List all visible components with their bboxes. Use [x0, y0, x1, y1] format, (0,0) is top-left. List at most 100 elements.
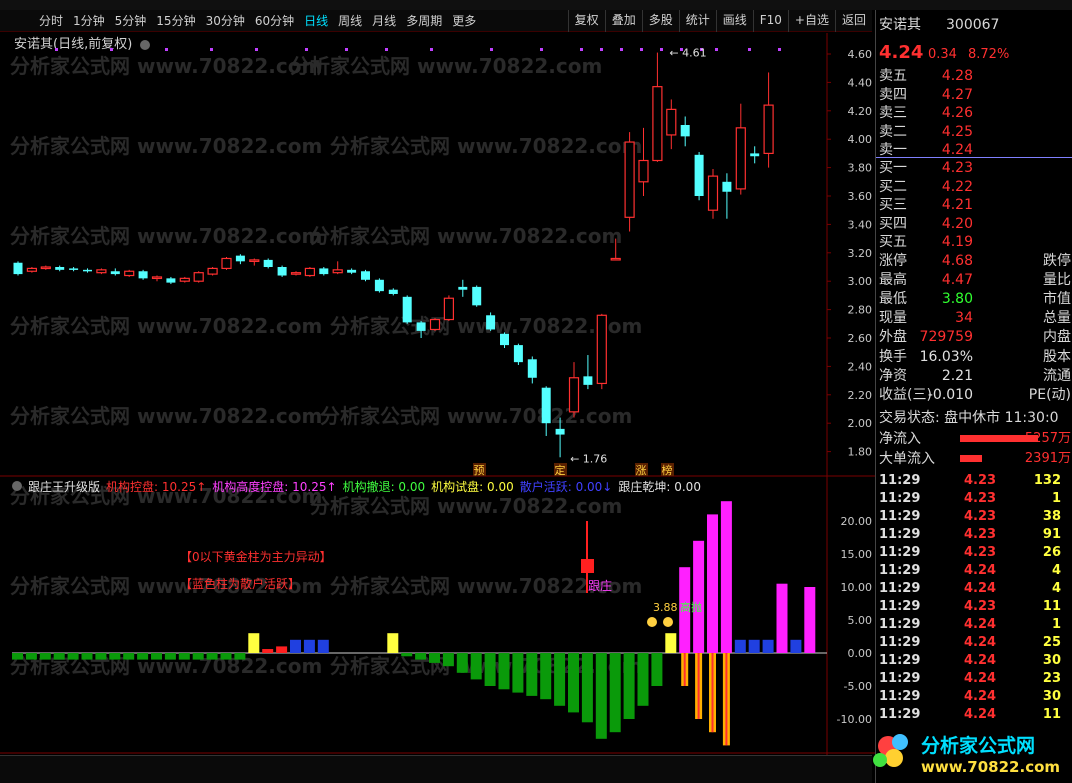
osc-y-label: 20.00	[841, 515, 873, 528]
candle	[55, 265, 65, 272]
tick-price: 4.24	[964, 617, 997, 632]
tick-price: 4.23	[964, 545, 997, 560]
osc-bar	[67, 653, 79, 660]
toolbar-right: 复权 叠加 多股 统计 画线 F10 +自选 返回	[567, 10, 872, 32]
stat2-row-value: 2.21	[941, 368, 973, 384]
quote-panel: 安诺其 300067 4.24 0.34 8.72% 卖五 4.28 卖四 4.27 卖三 4.26…	[875, 10, 1072, 783]
toolbar-button[interactable]: 返回	[834, 10, 872, 32]
stat-row-label2: 量比	[1043, 272, 1071, 288]
toolbar-button[interactable]: 叠加	[604, 10, 642, 32]
stat-row-label: 最高	[879, 272, 907, 288]
osc-y-label: -5.00	[844, 680, 872, 693]
y-tick-label: 4.40	[848, 76, 873, 89]
candle	[361, 269, 370, 282]
tab-period[interactable]: 60分钟	[250, 11, 299, 31]
y-tick-label: 2.80	[848, 304, 873, 317]
candle	[402, 295, 412, 324]
candle	[596, 313, 607, 390]
toolbar: 分时 1分钟 5分钟 15分钟 30分钟 60分钟 日线 周线 月线 多周期 更多 复权 叠加 多股 统计…	[0, 10, 872, 32]
tick-time: 11:29	[879, 563, 921, 578]
toolbar-button[interactable]: +自选	[787, 10, 835, 32]
marker-dot	[540, 48, 543, 51]
toolbar-button[interactable]: 统计	[678, 10, 716, 32]
tick-row: 11:29 4.23 38	[876, 508, 1072, 526]
tick-price: 4.24	[964, 671, 997, 686]
ask-row-value: 4.25	[941, 123, 973, 140]
trade-status-row: 交易状态: 盘中休市 11:30:0	[876, 409, 1072, 427]
current-price: 4.24	[879, 42, 924, 63]
indicator-value: 跟庄乾坤: 0.00	[618, 480, 701, 494]
tab-period[interactable]: 15分钟	[151, 11, 200, 31]
tab-period[interactable]: 30分钟	[201, 11, 250, 31]
tab-period[interactable]: 更多	[447, 11, 481, 31]
y-tick-label: 3.00	[848, 275, 873, 288]
marker-dot	[430, 48, 433, 51]
tab-period[interactable]: 多周期	[401, 11, 447, 31]
tab-period[interactable]: 1分钟	[68, 11, 110, 31]
low-label: ← 1.76	[570, 452, 607, 465]
toolbar-button[interactable]: 画线	[715, 10, 753, 32]
tick-time: 11:29	[879, 491, 921, 506]
marker-dot	[345, 48, 348, 51]
stat2-row-label: 净资	[879, 368, 907, 384]
toolbar-button[interactable]: 多股	[641, 10, 679, 32]
candle	[124, 269, 135, 277]
tick-price: 4.24	[964, 707, 997, 722]
stat-row: 最高 4.47 量比	[876, 271, 1072, 289]
chevron-down-icon[interactable]	[12, 481, 22, 491]
toolbar-button[interactable]: F10	[752, 10, 788, 32]
chart-area[interactable]: 分析家公式网 www.70822.com 分析家公式网 www.70822.com…	[0, 33, 875, 755]
stat-row-value: 4.47	[941, 272, 973, 288]
y-tick-label: 3.80	[848, 162, 873, 175]
osc-bar	[581, 653, 593, 723]
tick-row: 11:29 4.23 91	[876, 526, 1072, 544]
candle	[472, 285, 482, 307]
stat-row-label2: 内盘	[1043, 329, 1071, 345]
osc-bar	[442, 653, 454, 667]
candle	[110, 268, 120, 276]
tick-volume: 132	[1033, 473, 1061, 488]
ask-row: 卖四 4.27	[876, 86, 1072, 104]
ask-row-label: 卖三	[879, 105, 907, 121]
period-tabs: 分时 1分钟 5分钟 15分钟 30分钟 60分钟 日线 周线 月线 多周期 更多	[0, 11, 481, 31]
tab-period[interactable]: 分时	[34, 11, 68, 31]
marker-dot	[255, 48, 258, 51]
watermark: 分析家公式网 www.70822.com	[10, 134, 322, 158]
candle	[541, 386, 551, 436]
stat-row-label: 外盘	[879, 329, 907, 345]
osc-bar	[748, 639, 760, 653]
tab-period[interactable]: 月线	[367, 11, 401, 31]
watermark: 分析家公式网 www.70822.com	[290, 54, 602, 78]
tab-period[interactable]: 日线	[299, 11, 333, 31]
bigflow-value: 2391万	[1024, 451, 1071, 466]
ask-row-value: 4.26	[941, 105, 973, 121]
tick-row: 11:29 4.23 11	[876, 598, 1072, 616]
logo-title: 分析家公式网	[921, 734, 1035, 757]
stat2-row-label2: PE(动)	[1028, 387, 1071, 403]
tick-volume: 26	[1042, 545, 1061, 560]
genzhuang-box	[581, 559, 594, 573]
osc-y-label: 15.00	[841, 548, 873, 561]
osc-bar	[317, 639, 329, 653]
bid-row: 买一 4.23	[876, 159, 1072, 177]
osc-bar	[25, 653, 37, 660]
candle	[166, 276, 176, 285]
tick-volume: 30	[1042, 653, 1061, 668]
tab-period[interactable]: 周线	[333, 11, 367, 31]
osc-bar	[387, 633, 399, 653]
stat-row-label: 最低	[879, 291, 907, 307]
osc-bar	[595, 653, 607, 739]
marker-dot	[715, 48, 718, 51]
candle	[221, 257, 232, 270]
marker-dot	[385, 48, 388, 51]
marker-dot	[620, 48, 623, 51]
y-tick-label: 2.60	[848, 332, 873, 345]
y-tick-label: 2.40	[848, 360, 873, 373]
ask-row-value: 4.28	[941, 68, 973, 84]
tab-period[interactable]: 5分钟	[110, 11, 152, 31]
marker-dot	[580, 48, 583, 51]
stat2-row-label2: 流通	[1043, 368, 1071, 384]
candle	[429, 318, 441, 331]
toolbar-button[interactable]: 复权	[567, 10, 605, 32]
divider	[876, 157, 1072, 158]
